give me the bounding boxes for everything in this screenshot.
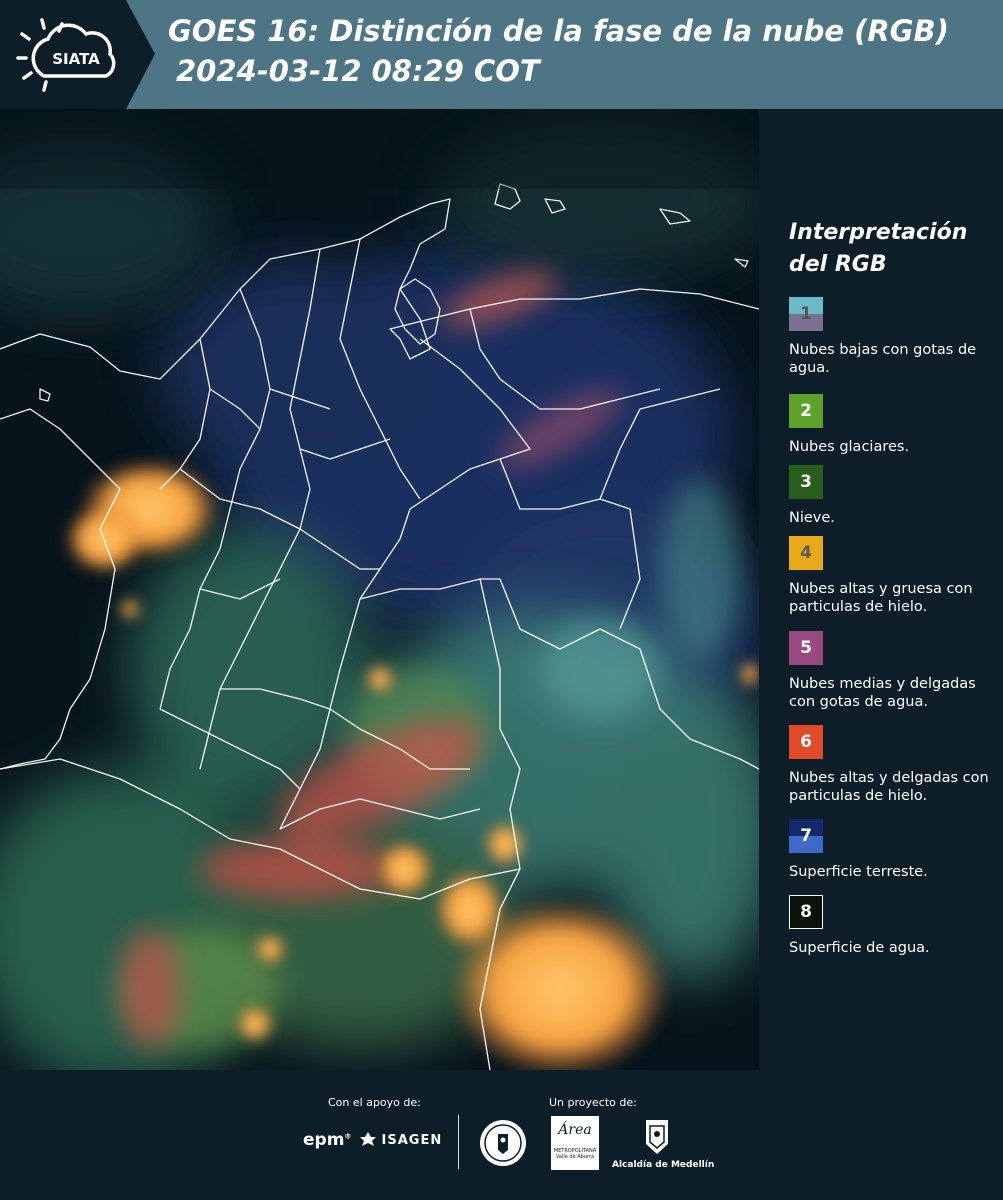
medellin-shield-icon [646,1120,668,1154]
alcaldia-label: Alcaldía de Medellín [612,1160,715,1170]
legend-label-6: Nubes altas y delgadas con particulas de… [789,770,989,804]
isagen-logo: ISAGEN [360,1132,442,1148]
legend-item-8: 8 Superficie de agua. [789,895,999,957]
legend-label-3: Nieve. [789,510,835,526]
footer-divider [458,1115,459,1169]
legend-item-2: 2 Nubes glaciares. [789,394,999,456]
area-metropolitana-logo: Área METROPOLITANA Valle de Aburrá [551,1116,599,1170]
university-seal-icon [480,1120,526,1166]
satellite-map[interactable] [0,109,759,1070]
logo-text: SIATA [52,50,100,68]
legend-swatch-3: 3 [789,465,823,499]
logo-panel: SIATA [0,0,155,109]
legend-label-5: Nubes medias y delgadas con gotas de agu… [789,676,976,710]
legend-swatch-8: 8 [789,895,823,929]
legend-swatch-1: 1 [789,297,823,331]
support-caption: Con el apoyo de: [328,1096,421,1109]
legend-label-2: Nubes glaciares. [789,439,910,455]
legend-swatch-4: 4 [789,536,823,570]
legend-item-6: 6 Nubes altas y delgadas con particulas … [789,725,999,805]
page-title: GOES 16: Distinción de la fase de la nub… [168,14,949,48]
legend-label-8: Superficie de agua. [789,940,930,956]
legend-title: Interpretación del RGB [789,220,968,277]
legend-item-4: 4 Nubes altas y gruesa con particulas de… [789,536,999,616]
legend-label-7: Superficie terreste. [789,864,928,880]
legend-label-1: Nubes bajas con gotas de agua. [789,342,977,376]
legend-item-7: 7 Superficie terreste. [789,819,999,881]
footer: Con el apoyo de: Un proyecto de: epm® IS… [0,1070,1003,1200]
siata-logo-icon: SIATA [16,18,116,92]
legend-panel: Interpretación del RGB 1 Nubes bajas con… [775,109,1003,1070]
legend-item-5: 5 Nubes medias y delgadas con gotas de a… [789,631,999,711]
isagen-mark-icon [360,1132,376,1146]
page-timestamp: 2024-03-12 08:29 COT [176,54,540,88]
epm-logo: epm® [303,1130,352,1150]
legend-swatch-7: 7 [789,819,823,853]
legend-label-4: Nubes altas y gruesa con particulas de h… [789,581,973,615]
legend-swatch-5: 5 [789,631,823,665]
satellite-map-image [0,109,759,1070]
header-bar: SIATA GOES 16: Distinción de la fase de … [0,0,1003,109]
legend-swatch-6: 6 [789,725,823,759]
legend-swatch-2: 2 [789,394,823,428]
project-caption: Un proyecto de: [549,1096,637,1109]
legend-item-1: 1 Nubes bajas con gotas de agua. [789,297,999,377]
legend-item-3: 3 Nieve. [789,465,999,527]
